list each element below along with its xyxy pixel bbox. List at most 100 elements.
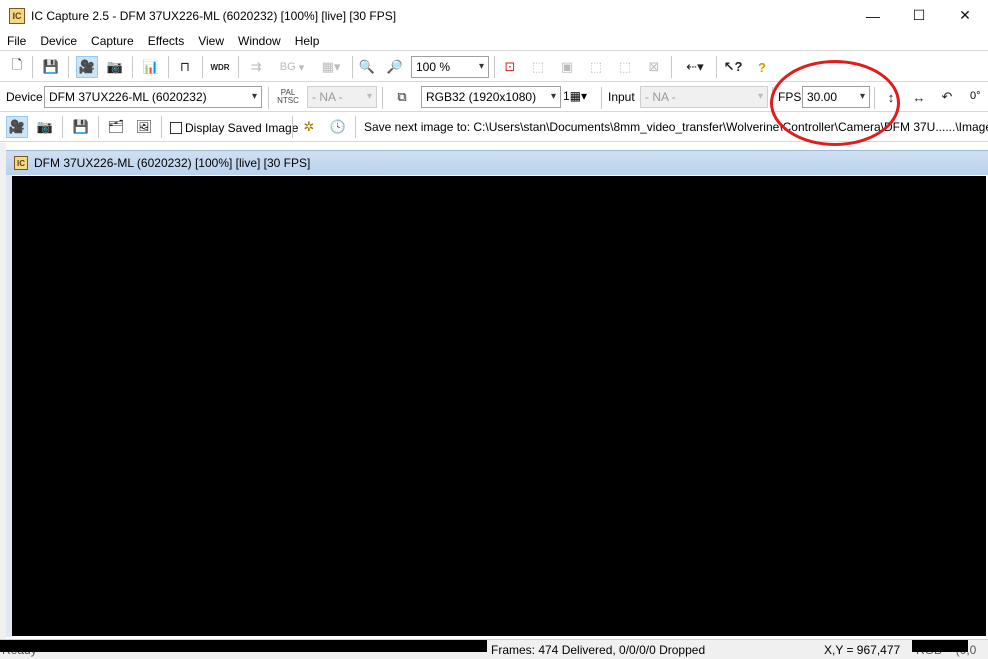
separator [494,56,495,78]
window-title-bar[interactable]: IC IC Capture 2.5 - DFM 37UX226-ML (6020… [0,0,988,31]
image-sequence-icon[interactable]: 🗂 [105,116,127,138]
zoom-out-icon[interactable]: 🔎 [384,56,406,78]
separator [202,56,203,78]
wdr-icon[interactable]: WDR [209,56,231,78]
separator [32,56,33,78]
input-select-value: - NA - [645,90,676,104]
timer-clock-icon[interactable]: 🕓 [327,116,349,138]
status-bar: Ready Frames: 474 Delivered, 0/0/0/0 Dro… [0,639,988,659]
chevron-down-icon: ▾ [478,61,484,72]
zoom-in-icon[interactable]: 🔍 [356,56,378,78]
live-video-display[interactable] [12,176,986,636]
separator [238,56,239,78]
separator [292,116,293,138]
device-select[interactable]: DFM 37UX226-ML (6020232) ▾ [44,86,262,108]
device-select-value: DFM 37UX226-ML (6020232) [49,90,207,104]
separator [716,56,717,78]
separator [601,87,602,109]
video-format-icon[interactable]: ⧉ [391,86,413,108]
live-video-icon[interactable]: 🎥 [6,116,28,138]
roi-resize-icon[interactable]: ⬚ [614,56,636,78]
usb-device-icon[interactable]: ⇠▾ [678,56,712,78]
snapshot-camera-icon[interactable]: 📷 [104,56,126,78]
rotate-icon[interactable]: ↶ [936,86,958,108]
roi-icon[interactable]: ⊡ [499,56,521,78]
menu-file[interactable]: File [0,34,33,48]
chevron-down-icon: ▾ [550,91,556,102]
zoom-value: 100 % [416,60,451,74]
zoom-combo[interactable]: 100 % ▾ [411,56,489,78]
video-norm-value: - NA - [312,90,343,104]
menu-effects[interactable]: Effects [141,34,191,48]
input-label: Input [608,90,635,104]
context-help-icon[interactable]: ↖? [722,56,744,78]
film-reel-icon[interactable]: ✲ [298,116,320,138]
app-icon: IC [9,7,25,24]
menu-help[interactable]: Help [288,34,327,48]
chevron-down-icon: ▾ [251,91,257,102]
child-window-title-bar[interactable]: IC DFM 37UX226-ML (6020232) [100%] [live… [6,150,988,175]
menu-view[interactable]: View [191,34,231,48]
histogram-icon[interactable]: 📊 [140,56,162,78]
pal-ntsc-icon[interactable]: PAL NTSC [275,89,301,105]
live-video-icon[interactable]: 🎥 [76,56,98,78]
binning-value: 1 [563,89,570,103]
window-title: IC Capture 2.5 - DFM 37UX226-ML (6020232… [31,8,397,23]
separator [671,56,672,78]
redaction-bar [0,640,487,652]
separator [68,56,69,78]
roi-edit-icon[interactable]: ⬚ [527,56,549,78]
rotation-value: 0° [970,90,981,102]
status-frames: Frames: 474 Delivered, 0/0/0/0 Dropped [491,643,706,657]
fps-annotation-circle [770,60,900,146]
status-cursor-position: X,Y = 967,477 [824,643,901,657]
new-file-icon[interactable]: 🗋 [6,56,28,78]
chevron-down-icon: ▾ [757,91,763,102]
input-select[interactable]: - NA - ▾ [640,86,768,108]
help-icon[interactable]: ? [751,56,773,78]
menu-window[interactable]: Window [231,34,288,48]
separator [98,116,99,138]
ntsc-label: NTSC [277,96,299,105]
separator [352,56,353,78]
minimize-button[interactable]: — [850,0,896,31]
roi-center-icon[interactable]: ▣ [556,56,578,78]
chevron-down-icon: ▾ [366,91,372,102]
image-list-icon[interactable]: 🖼 [133,116,155,138]
video-format-value: RGB32 (1920x1080) [426,90,537,104]
snapshot-camera-icon[interactable]: 📷 [34,116,56,138]
flip-horizontal-icon[interactable]: ↔ [908,86,930,108]
trigger-pulse-icon[interactable]: ⊓ [174,56,196,78]
video-norm-select[interactable]: - NA - ▾ [307,86,377,108]
device-label: Device [6,90,43,104]
separator [268,87,269,109]
binning-select[interactable]: 1▦▾ [563,89,587,103]
child-app-icon: IC [14,156,28,170]
redaction-bar [912,640,968,652]
roi-move-icon[interactable]: ⬚ [585,56,607,78]
roi-delete-icon[interactable]: ⊠ [643,56,665,78]
save-icon[interactable]: 💾 [40,56,62,78]
save-image-icon[interactable]: 💾 [70,116,92,138]
menu-capture[interactable]: Capture [84,34,141,48]
maximize-button[interactable]: ☐ [896,0,942,31]
display-saved-image-checkbox[interactable]: Display Saved Image [170,121,298,135]
separator [62,116,63,138]
menu-bar: File Device Capture Effects View Window … [0,31,988,51]
child-window-title: DFM 37UX226-ML (6020232) [100%] [live] [… [34,156,311,170]
video-format-select[interactable]: RGB32 (1920x1080) ▾ [421,86,561,108]
separator [355,116,356,138]
checkbox-box[interactable] [170,122,182,134]
separator [382,87,383,109]
bg-label: BG [279,61,296,73]
separator [161,116,162,138]
separator [132,56,133,78]
bg-button[interactable]: BG ▾ [275,56,309,78]
split-icon[interactable]: ⇉ [245,56,267,78]
tile-icon[interactable]: ▦▾ [314,56,348,78]
save-next-path: Save next image to: C:\Users\stan\Docume… [364,120,988,134]
separator [168,56,169,78]
display-saved-image-label: Display Saved Image [185,121,299,135]
close-button[interactable]: ✕ [942,0,988,31]
menu-device[interactable]: Device [33,34,84,48]
